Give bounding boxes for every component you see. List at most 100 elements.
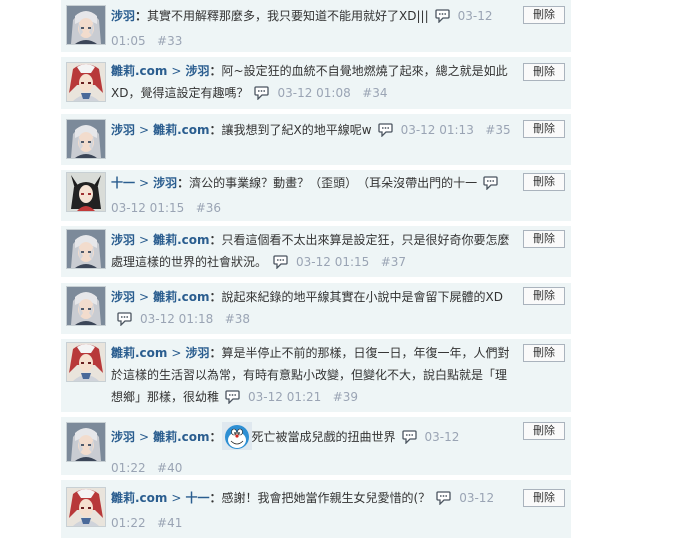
comment-number[interactable]: #40 xyxy=(157,461,182,475)
avatar[interactable] xyxy=(66,342,106,382)
reply-bubble-icon[interactable] xyxy=(401,429,417,451)
separator-colon: ： xyxy=(209,290,222,304)
comment-time: 03-12 01:13 xyxy=(400,123,474,137)
delete-button[interactable]: 刪除 xyxy=(523,230,565,248)
reply-target-link[interactable]: 十一 xyxy=(185,491,209,505)
reply-to-arrow: > xyxy=(171,491,182,505)
comment-content: 涉羽 > 雛莉.com： 死亡被當成兒戲的扭曲世界 03-12 01:22 #40 xyxy=(111,422,516,479)
comment-number[interactable]: #41 xyxy=(157,516,182,530)
comment-number[interactable]: #34 xyxy=(362,86,387,100)
delete-button[interactable]: 刪除 xyxy=(523,287,565,305)
comment-content: 雛莉.com > 涉羽：阿~設定狂的血統不自覺地燃燒了起來，總之就是如此XD，覺得這… xyxy=(111,60,516,107)
comment-content: 涉羽 > 雛莉.com：讓我想到了紀X的地平線呢w 03-12 01:13 #35 xyxy=(111,119,516,144)
comment-content: 涉羽 > 雛莉.com：只看這個看不太出來算是設定狂，只是很好奇你要怎麼處理這樣的世… xyxy=(111,229,516,276)
reply-bubble-icon[interactable] xyxy=(254,85,270,107)
separator-colon: ： xyxy=(209,346,222,360)
comment-text: 濟公的事業線？動畫？（歪頭） （耳朵沒帶出門的十一 xyxy=(189,176,478,190)
reply-target-link[interactable]: 涉羽 xyxy=(153,176,177,190)
comment-text: 其實不用解釋那麼多，我只要知道不能用就好了XD||| xyxy=(147,9,429,23)
comment-time: 03-12 01:08 xyxy=(277,86,351,100)
comment-time: 03-12 01:21 xyxy=(248,390,322,404)
reply-bubble-icon[interactable] xyxy=(377,122,393,144)
comment-text: 死亡被當成兒戲的扭曲世界 xyxy=(251,430,396,444)
comment-content: 十一 > 涉羽：濟公的事業線？動畫？（歪頭） （耳朵沒帶出門的十一 03-12 01… xyxy=(111,172,516,219)
comment-content: 雛莉.com > 涉羽：算是半停止不前的那樣，日復一日，年復一年，人們對於這樣的生活… xyxy=(111,342,516,411)
avatar[interactable] xyxy=(66,487,106,527)
comment-time: 03-12 01:15 xyxy=(111,201,185,215)
reply-bubble-icon[interactable] xyxy=(225,389,240,411)
author-link[interactable]: 雛莉.com xyxy=(111,491,167,505)
reply-target-link[interactable]: 雛莉.com xyxy=(153,123,209,137)
author-link[interactable]: 涉羽 xyxy=(111,290,135,304)
comment-row: 十一 > 涉羽：濟公的事業線？動畫？（歪頭） （耳朵沒帶出門的十一 03-12 01… xyxy=(61,170,571,221)
avatar[interactable] xyxy=(66,172,106,212)
reply-to-arrow: > xyxy=(139,123,150,137)
reply-to-arrow: > xyxy=(139,176,150,190)
comment-row: 涉羽 > 雛莉.com： 死亡被當成兒戲的扭曲世界 03-12 01:22 #40 刪… xyxy=(61,417,571,475)
reply-target-link[interactable]: 涉羽 xyxy=(185,346,209,360)
comment-number[interactable]: #36 xyxy=(196,201,221,215)
separator-colon: ： xyxy=(209,123,222,137)
comment-number[interactable]: #35 xyxy=(485,123,510,137)
author-link[interactable]: 雛莉.com xyxy=(111,346,167,360)
reply-bubble-icon[interactable] xyxy=(483,175,498,197)
comment-number[interactable]: #33 xyxy=(157,34,182,48)
separator-colon: ： xyxy=(177,176,190,190)
comment-row: 雛莉.com > 涉羽：阿~設定狂的血統不自覺地燃燒了起來，總之就是如此XD，覺得這… xyxy=(61,57,571,109)
reply-target-link[interactable]: 涉羽 xyxy=(185,64,209,78)
reply-bubble-icon[interactable] xyxy=(434,8,450,30)
comment-content: 涉羽：其實不用解釋那麼多，我只要知道不能用就好了XD||| 03-12 01:0… xyxy=(111,5,516,52)
comment-row: 雛莉.com > 涉羽：算是半停止不前的那樣，日復一日，年復一年，人們對於這樣的生活… xyxy=(61,339,571,412)
author-link[interactable]: 涉羽 xyxy=(111,9,135,23)
comment-number[interactable]: #39 xyxy=(333,390,358,404)
comment-text: 說起來紀錄的地平線其實在小說中是會留下屍體的XD xyxy=(221,290,503,304)
comment-row: 涉羽 > 雛莉.com：只看這個看不太出來算是設定狂，只是很好奇你要怎麼處理這樣的世… xyxy=(61,226,571,277)
doraemon-emoji-icon xyxy=(221,422,252,457)
comment-row: 涉羽 > 雛莉.com：說起來紀錄的地平線其實在小說中是會留下屍體的XD 03-12… xyxy=(61,283,571,334)
separator-colon: ： xyxy=(209,430,222,444)
author-link[interactable]: 十一 xyxy=(111,176,135,190)
reply-to-arrow: > xyxy=(171,64,182,78)
separator-colon: ： xyxy=(135,9,148,23)
reply-bubble-icon[interactable] xyxy=(273,254,288,276)
avatar[interactable] xyxy=(66,229,106,269)
comment-content: 雛莉.com > 十一：感謝！我會把她當作親生女兒愛惜的(？ 03-12 01:22… xyxy=(111,487,516,534)
avatar[interactable] xyxy=(66,62,106,102)
comment-row: 雛莉.com > 十一：感謝！我會把她當作親生女兒愛惜的(？ 03-12 01:22… xyxy=(61,480,571,538)
separator-colon: ： xyxy=(209,233,222,247)
avatar[interactable] xyxy=(66,5,106,45)
reply-target-link[interactable]: 雛莉.com xyxy=(153,233,209,247)
reply-target-link[interactable]: 雛莉.com xyxy=(153,430,209,444)
comment-row: 涉羽：其實不用解釋那麼多，我只要知道不能用就好了XD||| 03-12 01:0… xyxy=(61,0,571,52)
reply-to-arrow: > xyxy=(139,430,150,444)
comment-number[interactable]: #38 xyxy=(225,312,250,326)
delete-button[interactable]: 刪除 xyxy=(523,344,565,362)
avatar[interactable] xyxy=(66,119,106,159)
delete-button[interactable]: 刪除 xyxy=(523,63,565,81)
comment-time: 03-12 01:18 xyxy=(140,312,214,326)
reply-bubble-icon[interactable] xyxy=(436,490,451,512)
delete-button[interactable]: 刪除 xyxy=(523,173,565,191)
delete-button[interactable]: 刪除 xyxy=(523,6,565,24)
comment-time: 03-12 01:15 xyxy=(296,255,370,269)
author-link[interactable]: 涉羽 xyxy=(111,123,135,137)
separator-colon: ： xyxy=(209,491,222,505)
author-link[interactable]: 涉羽 xyxy=(111,430,135,444)
reply-target-link[interactable]: 雛莉.com xyxy=(153,290,209,304)
reply-bubble-icon[interactable] xyxy=(117,311,132,333)
reply-to-arrow: > xyxy=(171,346,182,360)
separator-colon: ： xyxy=(209,64,222,78)
avatar[interactable] xyxy=(66,422,106,462)
author-link[interactable]: 雛莉.com xyxy=(111,64,167,78)
comment-row: 涉羽 > 雛莉.com：讓我想到了紀X的地平線呢w 03-12 01:13 #35 刪… xyxy=(61,114,571,165)
comment-number[interactable]: #37 xyxy=(381,255,406,269)
avatar[interactable] xyxy=(66,286,106,326)
delete-button[interactable]: 刪除 xyxy=(523,422,565,440)
delete-button[interactable]: 刪除 xyxy=(523,120,565,138)
reply-to-arrow: > xyxy=(139,290,150,304)
comment-text: 讓我想到了紀X的地平線呢w xyxy=(221,123,372,137)
author-link[interactable]: 涉羽 xyxy=(111,233,135,247)
reply-to-arrow: > xyxy=(139,233,150,247)
comment-content: 涉羽 > 雛莉.com：說起來紀錄的地平線其實在小說中是會留下屍體的XD 03-12… xyxy=(111,286,516,333)
delete-button[interactable]: 刪除 xyxy=(523,489,565,507)
